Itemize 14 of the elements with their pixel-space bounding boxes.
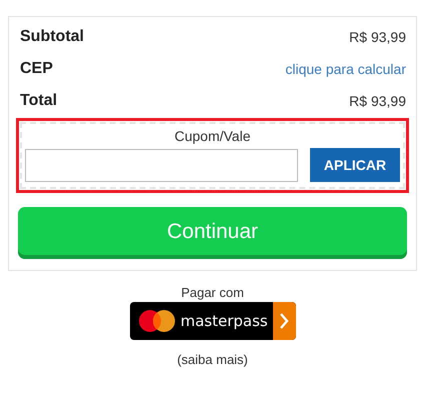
calculate-link[interactable]: clique para calcular <box>285 61 406 77</box>
masterpass-button[interactable]: masterpass <box>130 302 296 340</box>
amount-text: R$ 93,99 <box>349 93 406 109</box>
learn-more-link[interactable]: (saiba mais) <box>177 352 248 367</box>
row-label: Total <box>20 92 58 110</box>
apply-button[interactable]: APLICAR <box>310 148 400 182</box>
chevron-icon <box>279 312 289 330</box>
coupon-label: Cupom/Vale <box>173 128 252 144</box>
coupon-field[interactable] <box>25 148 298 182</box>
row-label: Subtotal <box>20 28 84 46</box>
row-label: CEP <box>20 60 53 78</box>
amount-text: R$ 93,99 <box>349 29 406 45</box>
pay-with-label: Pagar com <box>181 285 244 300</box>
circles-icon <box>138 310 174 332</box>
